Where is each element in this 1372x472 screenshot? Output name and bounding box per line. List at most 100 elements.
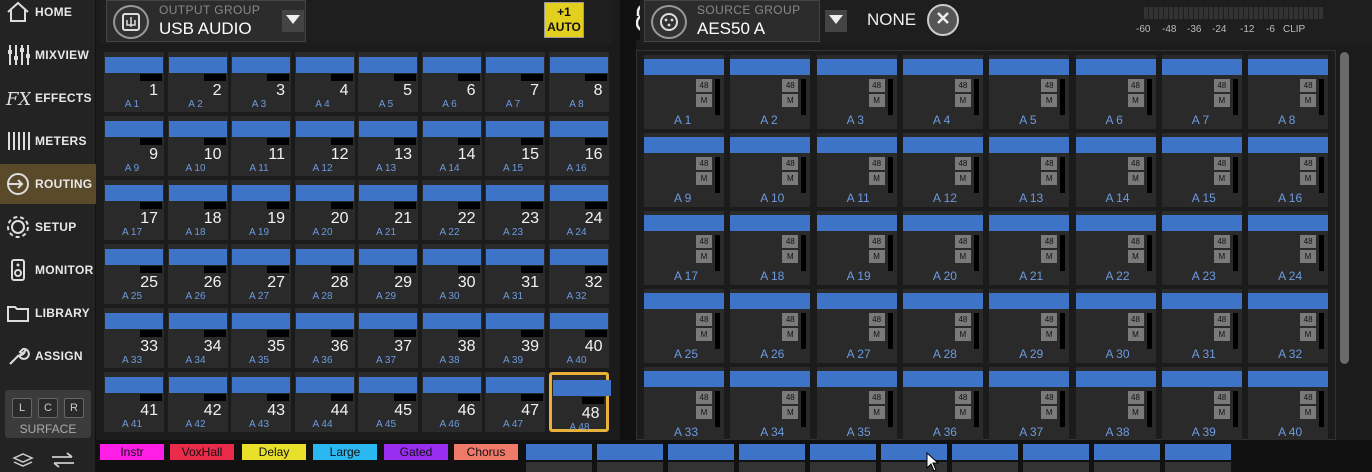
output-channel-cell[interactable]: 6 A 6 [421,52,482,112]
output-channel-cell[interactable]: 16 A 16 [548,116,609,176]
nav-library[interactable]: LIBRARY [0,293,96,333]
output-channel-cell[interactable]: 48 A 48 [548,372,611,433]
source-group-dropdown[interactable] [825,10,847,32]
channel-strip[interactable] [1094,444,1160,472]
source-channel-cell[interactable]: 48 M A 25 [644,289,724,363]
swap-arrows-icon[interactable] [50,449,76,471]
source-channel-cell[interactable]: 48 M A 3 [816,55,897,129]
output-channel-cell[interactable]: 23 A 23 [485,180,545,240]
output-channel-cell[interactable]: 18 A 18 [167,180,228,240]
nav-assign[interactable]: ASSIGN [0,336,96,376]
source-channel-cell[interactable]: 48 M A 19 [816,211,897,285]
source-channel-cell[interactable]: 48 M A 34 [730,367,811,441]
source-channel-cell[interactable]: 48 M A 27 [816,289,897,363]
output-channel-cell[interactable]: 14 A 14 [421,116,482,176]
source-channel-cell[interactable]: 48 M A 22 [1075,211,1156,285]
source-scrollbar[interactable] [1340,52,1349,364]
output-channel-cell[interactable]: 32 A 32 [548,244,609,304]
source-channel-cell[interactable]: 48 M A 8 [1248,55,1329,129]
output-channel-cell[interactable]: 19 A 19 [231,180,291,240]
output-channel-cell[interactable]: 5 A 5 [358,52,418,112]
nav-home[interactable]: HOME [0,0,96,32]
output-channel-cell[interactable]: 25 A 25 [104,244,164,304]
source-channel-cell[interactable]: 48 M A 6 [1075,55,1156,129]
source-channel-cell[interactable]: 48 M A 39 [1161,367,1242,441]
channel-strip[interactable] [597,444,663,472]
source-channel-cell[interactable]: 48 M A 36 [902,367,983,441]
fx-tag[interactable]: VoxHall [170,444,234,460]
source-channel-cell[interactable]: 48 M A 4 [902,55,983,129]
nav-mixview[interactable]: MIXVIEW [0,35,96,75]
source-channel-cell[interactable]: 48 M A 26 [730,289,811,363]
output-channel-cell[interactable]: 30 A 30 [421,244,482,304]
output-group-selector[interactable]: OUTPUT GROUP USB AUDIO [106,0,306,42]
output-channel-cell[interactable]: 17 A 17 [104,180,164,240]
output-channel-cell[interactable]: 38 A 38 [421,308,482,368]
source-channel-cell[interactable]: 48 M A 29 [989,289,1070,363]
output-channel-cell[interactable]: 44 A 44 [294,372,355,432]
source-channel-cell[interactable]: 48 M A 24 [1248,211,1329,285]
output-channel-cell[interactable]: 20 A 20 [294,180,355,240]
source-channel-cell[interactable]: 48 M A 20 [902,211,983,285]
source-channel-cell[interactable]: 48 M A 13 [989,133,1070,207]
nav-meters[interactable]: METERS [0,121,96,161]
channel-strip[interactable] [952,444,1018,472]
source-channel-cell[interactable]: 48 M A 17 [644,211,724,285]
stack-icon[interactable] [10,449,36,471]
output-channel-cell[interactable]: 34 A 34 [167,308,228,368]
source-channel-cell[interactable]: 48 M A 9 [644,133,724,207]
source-channel-cell[interactable]: 48 M A 33 [644,367,724,441]
clear-source-button[interactable] [927,4,959,36]
channel-strip[interactable] [1165,444,1231,472]
output-channel-cell[interactable]: 45 A 45 [358,372,418,432]
fx-tag[interactable]: Gated [384,444,448,460]
nav-effects[interactable]: FX EFFECTS [0,78,96,118]
output-channel-cell[interactable]: 41 A 41 [104,372,164,432]
source-channel-cell[interactable]: 48 M A 7 [1161,55,1242,129]
source-channel-cell[interactable]: 48 M A 37 [989,367,1070,441]
output-channel-cell[interactable]: 3 A 3 [231,52,291,112]
output-channel-cell[interactable]: 39 A 39 [485,308,545,368]
output-group-dropdown[interactable] [282,10,304,32]
channel-strip[interactable] [668,444,734,472]
source-channel-cell[interactable]: 48 M A 14 [1075,133,1156,207]
output-channel-cell[interactable]: 35 A 35 [231,308,291,368]
auto-increment-button[interactable]: +1 AUTO [544,2,584,38]
channel-strip[interactable] [526,444,592,472]
output-channel-cell[interactable]: 37 A 37 [358,308,418,368]
nav-setup[interactable]: SETUP [0,207,96,247]
source-channel-cell[interactable]: 48 M A 28 [902,289,983,363]
channel-strip[interactable] [1023,444,1089,472]
output-channel-cell[interactable]: 40 A 40 [548,308,609,368]
source-channel-cell[interactable]: 48 M A 5 [989,55,1070,129]
output-channel-cell[interactable]: 31 A 31 [485,244,545,304]
output-channel-cell[interactable]: 43 A 43 [231,372,291,432]
source-channel-cell[interactable]: 48 M A 35 [816,367,897,441]
fx-tag[interactable]: Instr [100,444,164,460]
output-channel-cell[interactable]: 46 A 46 [421,372,482,432]
output-channel-cell[interactable]: 27 A 27 [231,244,291,304]
source-channel-cell[interactable]: 48 M A 18 [730,211,811,285]
channel-strip[interactable] [739,444,805,472]
output-channel-cell[interactable]: 2 A 2 [167,52,228,112]
source-group-selector[interactable]: SOURCE GROUP AES50 A [644,0,820,42]
output-channel-cell[interactable]: 36 A 36 [294,308,355,368]
source-channel-cell[interactable]: 48 M A 1 [644,55,724,129]
nav-monitor[interactable]: MONITOR [0,250,96,290]
output-channel-cell[interactable]: 28 A 28 [294,244,355,304]
fx-tag[interactable]: Chorus [454,444,518,460]
output-channel-cell[interactable]: 15 A 15 [485,116,545,176]
output-channel-cell[interactable]: 24 A 24 [548,180,609,240]
output-channel-cell[interactable]: 26 A 26 [167,244,228,304]
output-channel-cell[interactable]: 22 A 22 [421,180,482,240]
output-channel-cell[interactable]: 13 A 13 [358,116,418,176]
output-channel-cell[interactable]: 7 A 7 [485,52,545,112]
fx-tag[interactable]: Delay [242,444,306,460]
output-channel-cell[interactable]: 47 A 47 [485,372,545,432]
source-channel-cell[interactable]: 48 M A 38 [1075,367,1156,441]
surface-r-button[interactable]: R [64,398,84,418]
surface-l-button[interactable]: L [12,398,32,418]
output-channel-cell[interactable]: 10 A 10 [167,116,228,176]
source-channel-cell[interactable]: 48 M A 2 [730,55,811,129]
output-channel-cell[interactable]: 8 A 8 [548,52,609,112]
